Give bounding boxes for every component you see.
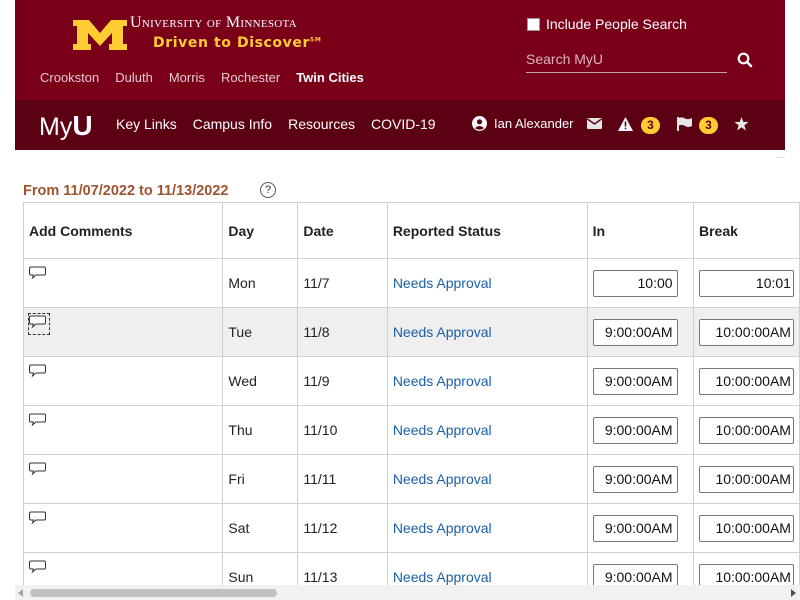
nav-menu: Key Links Campus Info Resources COVID-19	[116, 116, 452, 132]
date-cell: 11/9	[297, 356, 388, 406]
campus-link-crookston[interactable]: Crookston	[40, 70, 99, 85]
table-row: Fri 11/11 Needs Approval	[22, 454, 800, 504]
range-end: 11/13/2022	[156, 183, 229, 199]
myu-logo-prefix: My	[39, 113, 73, 141]
comment-icon[interactable]	[28, 313, 50, 335]
include-people-search[interactable]: Include People Search	[527, 16, 687, 32]
col-header-date: Date	[297, 202, 388, 259]
break-input[interactable]	[698, 367, 794, 395]
myu-logo-suffix: U	[72, 110, 93, 141]
time-in-input[interactable]	[592, 318, 678, 346]
col-header-day: Day	[222, 202, 299, 259]
campus-links: Crookston Duluth Morris Rochester Twin C…	[40, 70, 380, 85]
search-icon[interactable]	[736, 51, 754, 69]
scrollbar-thumb[interactable]	[30, 589, 277, 597]
campus-link-duluth[interactable]: Duluth	[115, 70, 153, 85]
col-header-add-comments: Add Comments	[22, 202, 224, 259]
comment-icon[interactable]	[29, 559, 49, 579]
include-people-label: Include People Search	[546, 16, 687, 32]
day-cell: Thu	[222, 405, 299, 455]
break-input[interactable]	[698, 465, 794, 493]
table-row: Sat 11/12 Needs Approval	[22, 503, 800, 553]
myu-logo[interactable]: MyU	[39, 110, 93, 142]
service-mark: SM	[309, 36, 322, 44]
day-cell: Fri	[222, 454, 299, 504]
date-cell: 11/11	[297, 454, 388, 504]
nav-item-campus-info[interactable]: Campus Info	[193, 116, 272, 132]
comment-icon[interactable]	[29, 461, 49, 481]
day-cell: Wed	[222, 356, 299, 406]
day-cell: Sat	[222, 503, 299, 553]
site-header: University of Minnesota Driven to Discov…	[15, 0, 785, 100]
include-people-checkbox[interactable]	[527, 17, 540, 31]
campus-link-morris[interactable]: Morris	[169, 70, 205, 85]
status-link[interactable]: Needs Approval	[386, 307, 588, 357]
tagline-text: Driven to Discover	[153, 35, 310, 51]
search-input[interactable]	[526, 47, 727, 71]
range-start: 11/07/2022	[63, 183, 136, 199]
status-link[interactable]: Needs Approval	[386, 503, 588, 553]
date-cell: 11/8	[297, 307, 388, 357]
comment-icon[interactable]	[29, 363, 49, 383]
star-icon[interactable]	[734, 117, 749, 131]
day-cell: Tue	[222, 307, 299, 357]
break-input[interactable]	[698, 514, 794, 542]
page: University of Minnesota Driven to Discov…	[0, 0, 800, 600]
user-circle-icon	[472, 116, 487, 131]
col-header-break: Break	[692, 202, 800, 259]
envelope-icon[interactable]	[587, 117, 602, 131]
campus-link-twin-cities[interactable]: Twin Cities	[296, 70, 364, 85]
comment-icon[interactable]	[29, 412, 49, 432]
university-name[interactable]: University of Minnesota	[130, 14, 297, 32]
status-link[interactable]: Needs Approval	[386, 454, 588, 504]
main-nav: MyU Key Links Campus Info Resources COVI…	[15, 100, 785, 150]
date-cell: 11/7	[297, 258, 388, 308]
time-in-input[interactable]	[592, 514, 678, 542]
date-range: From 11/07/2022 to 11/13/2022	[23, 183, 233, 199]
date-cell: 11/12	[297, 503, 388, 553]
break-input[interactable]	[698, 269, 794, 297]
table-header-row: Add Comments Day Date Reported Status In…	[22, 202, 800, 259]
campus-link-rochester[interactable]: Rochester	[221, 70, 280, 85]
date-cell: 11/10	[297, 405, 388, 455]
nav-item-resources[interactable]: Resources	[288, 116, 355, 132]
block-m-logo-icon[interactable]	[71, 18, 129, 52]
time-in-input[interactable]	[592, 465, 678, 493]
comment-icon[interactable]	[29, 265, 49, 285]
col-header-reported-status: Reported Status	[386, 202, 588, 259]
comment-icon[interactable]	[29, 510, 49, 530]
table-row: Mon 11/7 Needs Approval	[22, 258, 800, 308]
status-link[interactable]: Needs Approval	[386, 258, 588, 308]
nav-item-covid-19[interactable]: COVID-19	[371, 116, 436, 132]
timesheet-table: Add Comments Day Date Reported Status In…	[22, 202, 800, 600]
table-row: Wed 11/9 Needs Approval	[22, 356, 800, 406]
range-from-label: From	[23, 183, 60, 199]
day-cell: Mon	[222, 258, 299, 308]
scroll-right-arrow-icon[interactable]	[791, 589, 796, 597]
scroll-left-arrow-icon[interactable]	[18, 589, 23, 597]
divider	[777, 157, 785, 158]
user-name: Ian Alexander	[494, 116, 574, 131]
break-input[interactable]	[698, 416, 794, 444]
tagline: Driven to DiscoverSM	[153, 35, 321, 51]
time-in-input[interactable]	[592, 367, 678, 395]
help-icon[interactable]: ?	[260, 182, 276, 198]
search-box	[526, 47, 727, 73]
time-in-input[interactable]	[592, 269, 678, 297]
table-row: Tue 11/8 Needs Approval	[22, 307, 800, 357]
flag-icon[interactable]	[677, 117, 692, 131]
warning-icon[interactable]	[618, 117, 633, 131]
range-to-label: to	[139, 183, 153, 199]
time-in-input[interactable]	[592, 416, 678, 444]
horizontal-scrollbar[interactable]	[15, 585, 800, 600]
status-link[interactable]: Needs Approval	[386, 356, 588, 406]
table-row: Thu 11/10 Needs Approval	[22, 405, 800, 455]
nav-item-key-links[interactable]: Key Links	[116, 116, 177, 132]
col-header-in: In	[586, 202, 694, 259]
flags-count-badge: 3	[699, 117, 718, 134]
user-menu[interactable]: Ian Alexander	[472, 116, 574, 131]
status-link[interactable]: Needs Approval	[386, 405, 588, 455]
break-input[interactable]	[698, 318, 794, 346]
alerts-count-badge: 3	[641, 117, 660, 134]
